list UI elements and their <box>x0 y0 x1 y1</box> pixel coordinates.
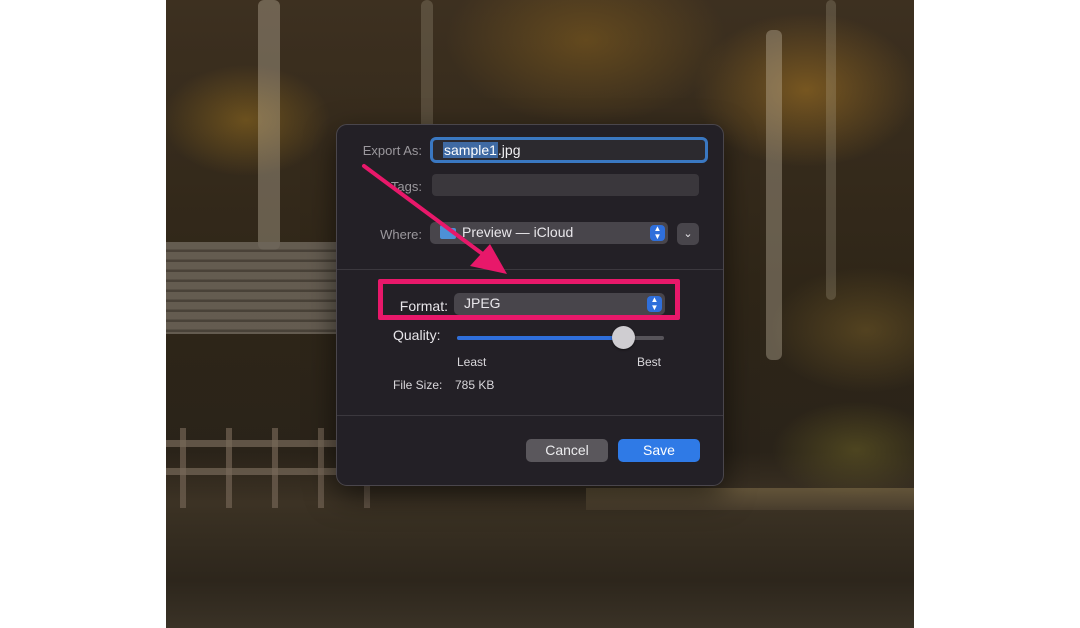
section-divider <box>337 415 723 416</box>
boathouse-roof <box>166 242 336 334</box>
updown-chevron-icon: ▲ ▼ <box>650 225 665 241</box>
save-button[interactable]: Save <box>618 439 700 462</box>
quality-label: Quality: <box>393 327 441 343</box>
cancel-button[interactable]: Cancel <box>526 439 608 462</box>
filename-field[interactable]: sample1.jpg <box>430 137 708 163</box>
tree-trunk <box>258 0 280 250</box>
where-label: Where: <box>380 227 422 242</box>
lake-water <box>166 510 914 628</box>
quality-slider-fill <box>457 336 623 340</box>
quality-slider-thumb[interactable] <box>611 326 635 349</box>
filename-selection: sample1 <box>443 142 498 158</box>
where-value: Preview — iCloud <box>462 224 574 240</box>
filename-extension: .jpg <box>497 142 521 158</box>
quality-max-label: Best <box>637 355 662 369</box>
export-as-label: Export As: <box>362 143 422 158</box>
folder-icon <box>440 225 456 239</box>
section-divider <box>337 269 723 270</box>
tags-field[interactable] <box>432 174 699 196</box>
tree-trunk <box>766 30 782 360</box>
expand-button[interactable]: ⌄ <box>677 223 699 245</box>
tags-label: Tags: <box>390 179 422 194</box>
file-size-value: 785 KB <box>455 378 495 392</box>
chevron-down-icon: ⌄ <box>683 228 693 240</box>
format-highlight-box <box>378 279 680 320</box>
where-popup[interactable]: Preview — iCloud ▲ ▼ <box>430 222 668 244</box>
quality-slider[interactable] <box>457 326 664 349</box>
tree-trunk <box>826 0 836 300</box>
file-size-label: File Size: <box>393 378 443 392</box>
quality-min-label: Least <box>457 355 487 369</box>
